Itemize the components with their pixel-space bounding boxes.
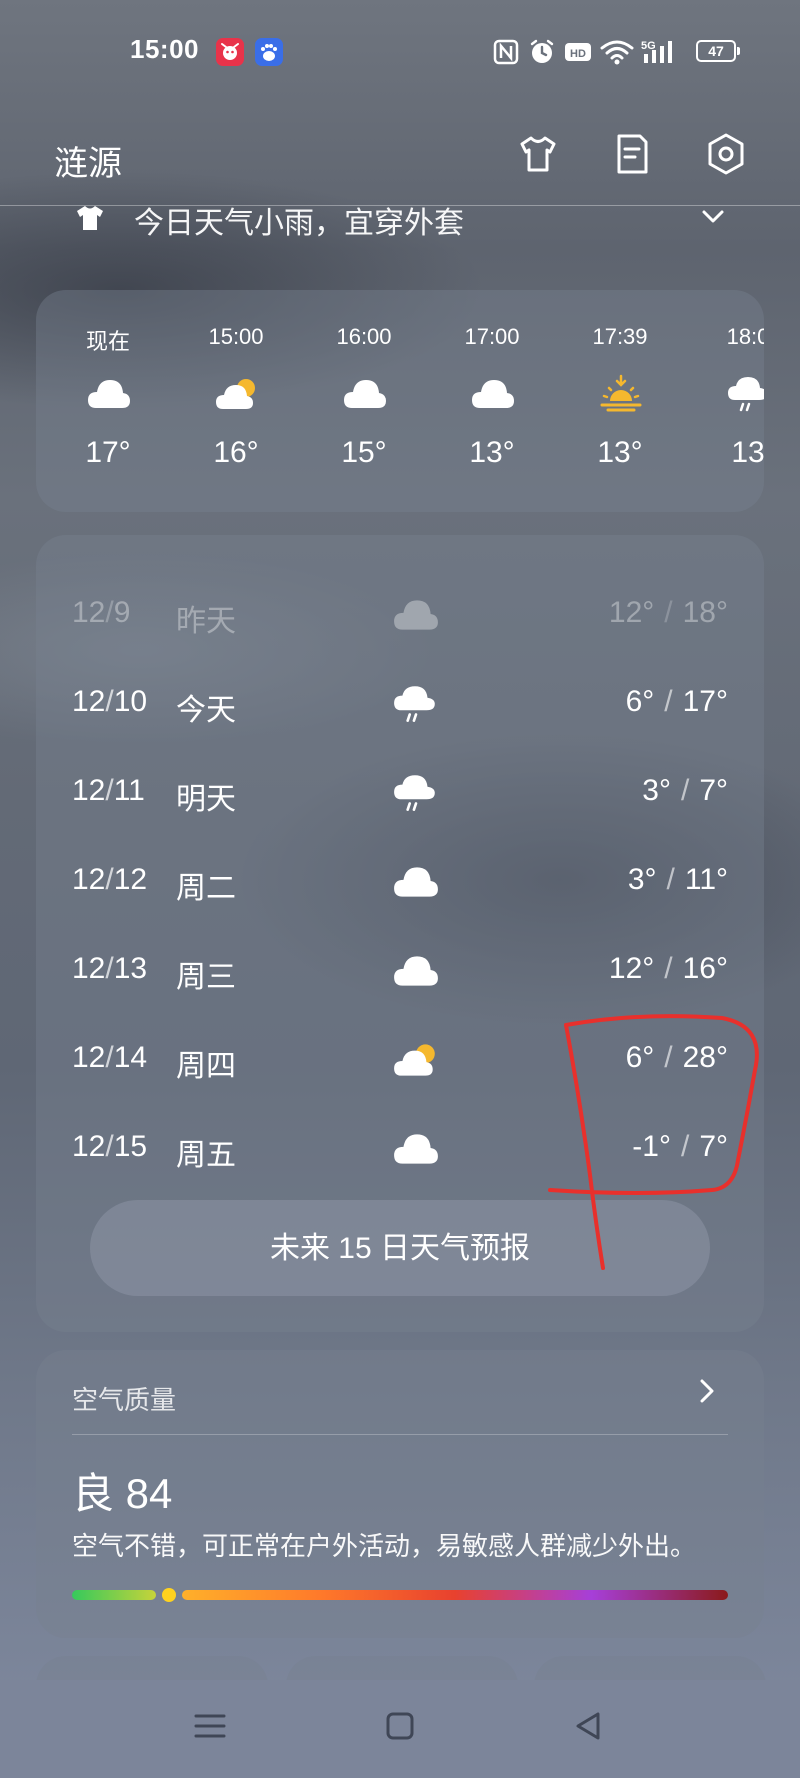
day-date: 12/12: [72, 863, 148, 896]
day-temps: 6°/28°: [625, 1041, 728, 1074]
day-date: 12/13: [72, 952, 148, 985]
partly-cloudy-icon: [214, 374, 260, 414]
day-row[interactable]: 12/15 周五 -1°/7°: [36, 1118, 764, 1178]
document-icon[interactable]: [610, 132, 654, 176]
cloudy-icon: [392, 1128, 440, 1170]
back-icon[interactable]: [570, 1706, 610, 1746]
day-row[interactable]: 12/9 昨天 12°/18°: [36, 584, 764, 644]
rain-icon: [392, 772, 440, 814]
hour-temp: 16°: [213, 436, 259, 469]
15-day-forecast-button[interactable]: 未来 15 日天气预报: [90, 1200, 710, 1296]
cloudy-icon: [86, 374, 132, 414]
hour-temp: 17°: [85, 436, 131, 469]
day-temps: 3°/7°: [642, 774, 728, 807]
day-row[interactable]: 12/14 周四 6°/28°: [36, 1029, 764, 1089]
day-temps: 12°/16°: [608, 952, 728, 985]
tshirt-icon: [74, 202, 106, 234]
day-name: 今天: [176, 694, 236, 727]
chevron-down-icon[interactable]: [700, 204, 726, 230]
day-temps: 6°/17°: [625, 685, 728, 718]
hour-time: 现在: [85, 329, 130, 354]
day-row[interactable]: 12/11 明天 3°/7°: [36, 762, 764, 822]
chevron-right-icon[interactable]: [690, 1374, 724, 1408]
clothing-tip[interactable]: 今日天气小雨，宜穿外套: [70, 198, 730, 240]
nfc-icon: [492, 38, 520, 66]
aqi-divider: [72, 1434, 728, 1435]
app-badge-icon: [216, 38, 244, 66]
status-time: 15:00: [130, 34, 199, 64]
aqi-scale-bar: [182, 1590, 728, 1600]
day-date: 12/14: [72, 1041, 148, 1074]
menu-icon[interactable]: [190, 1706, 230, 1746]
partly-cloudy-icon: [392, 1039, 440, 1081]
day-row[interactable]: 12/12 周二 3°/11°: [36, 851, 764, 911]
5g-signal-icon: 5G: [640, 38, 680, 66]
tshirt-icon[interactable]: [516, 132, 560, 176]
battery-icon: 47: [696, 40, 740, 62]
aqi-description: 空气不错，可正常在户外活动，易敏感人群减少外出。: [72, 1531, 697, 1561]
sunset-icon: [598, 374, 644, 414]
svg-text:HD: HD: [570, 48, 586, 60]
cloudy-icon: [470, 374, 516, 414]
home-icon[interactable]: [380, 1706, 420, 1746]
day-date: 12/10: [72, 685, 148, 718]
day-temps: -1°/7°: [632, 1130, 728, 1163]
aqi-indicator: [162, 1588, 176, 1602]
day-name: 周五: [176, 1139, 236, 1172]
cloudy-icon: [342, 374, 388, 414]
hour-time: 18:0: [726, 324, 764, 349]
day-name: 周三: [176, 961, 236, 994]
hour-temp: 13°: [469, 436, 515, 469]
cloudy-icon: [392, 950, 440, 992]
cloudy-icon: [392, 594, 440, 636]
day-date: 12/15: [72, 1130, 148, 1163]
hour-time: 15:00: [208, 324, 264, 349]
hour-temp: 13: [731, 436, 764, 469]
hourly-forecast-card[interactable]: 现在 17° 15:00 16° 16:00 15° 17:00 13° 17:…: [36, 290, 764, 512]
day-name: 明天: [176, 783, 236, 816]
hour-time: 16:00: [336, 324, 392, 349]
baidu-icon: [255, 38, 283, 66]
wifi-icon: [600, 38, 634, 66]
hour-time: 17:00: [464, 324, 520, 349]
rain-icon: [726, 374, 764, 414]
air-quality-card[interactable]: 空气质量 良 84 空气不错，可正常在户外活动，易敏感人群减少外出。: [36, 1350, 764, 1638]
aqi-level: 良 84: [72, 1470, 173, 1517]
alarm-icon: [528, 38, 556, 66]
day-row[interactable]: 12/13 周三 12°/16°: [36, 940, 764, 1000]
hour-temp: 13°: [597, 436, 643, 469]
day-date: 12/9: [72, 596, 131, 629]
rain-icon: [392, 683, 440, 725]
day-temps: 3°/11°: [627, 863, 728, 896]
settings-icon[interactable]: [704, 132, 748, 176]
hour-temp: 15°: [341, 436, 387, 469]
hour-time: 17:39: [592, 324, 648, 349]
day-name: 周四: [176, 1050, 236, 1083]
air-quality-title: 空气质量: [72, 1385, 177, 1415]
city-name[interactable]: 涟源: [54, 136, 122, 185]
day-date: 12/11: [72, 774, 145, 807]
day-row[interactable]: 12/10 今天 6°/17°: [36, 673, 764, 733]
hd-icon: HD: [564, 38, 592, 66]
day-temps: 12°/18°: [608, 596, 728, 629]
day-name: 周二: [176, 872, 236, 905]
aqi-scale-bar: [72, 1590, 156, 1600]
tip-text: 今日天气小雨，宜穿外套: [134, 207, 464, 240]
cloudy-icon: [392, 861, 440, 903]
day-name: 昨天: [176, 605, 236, 638]
